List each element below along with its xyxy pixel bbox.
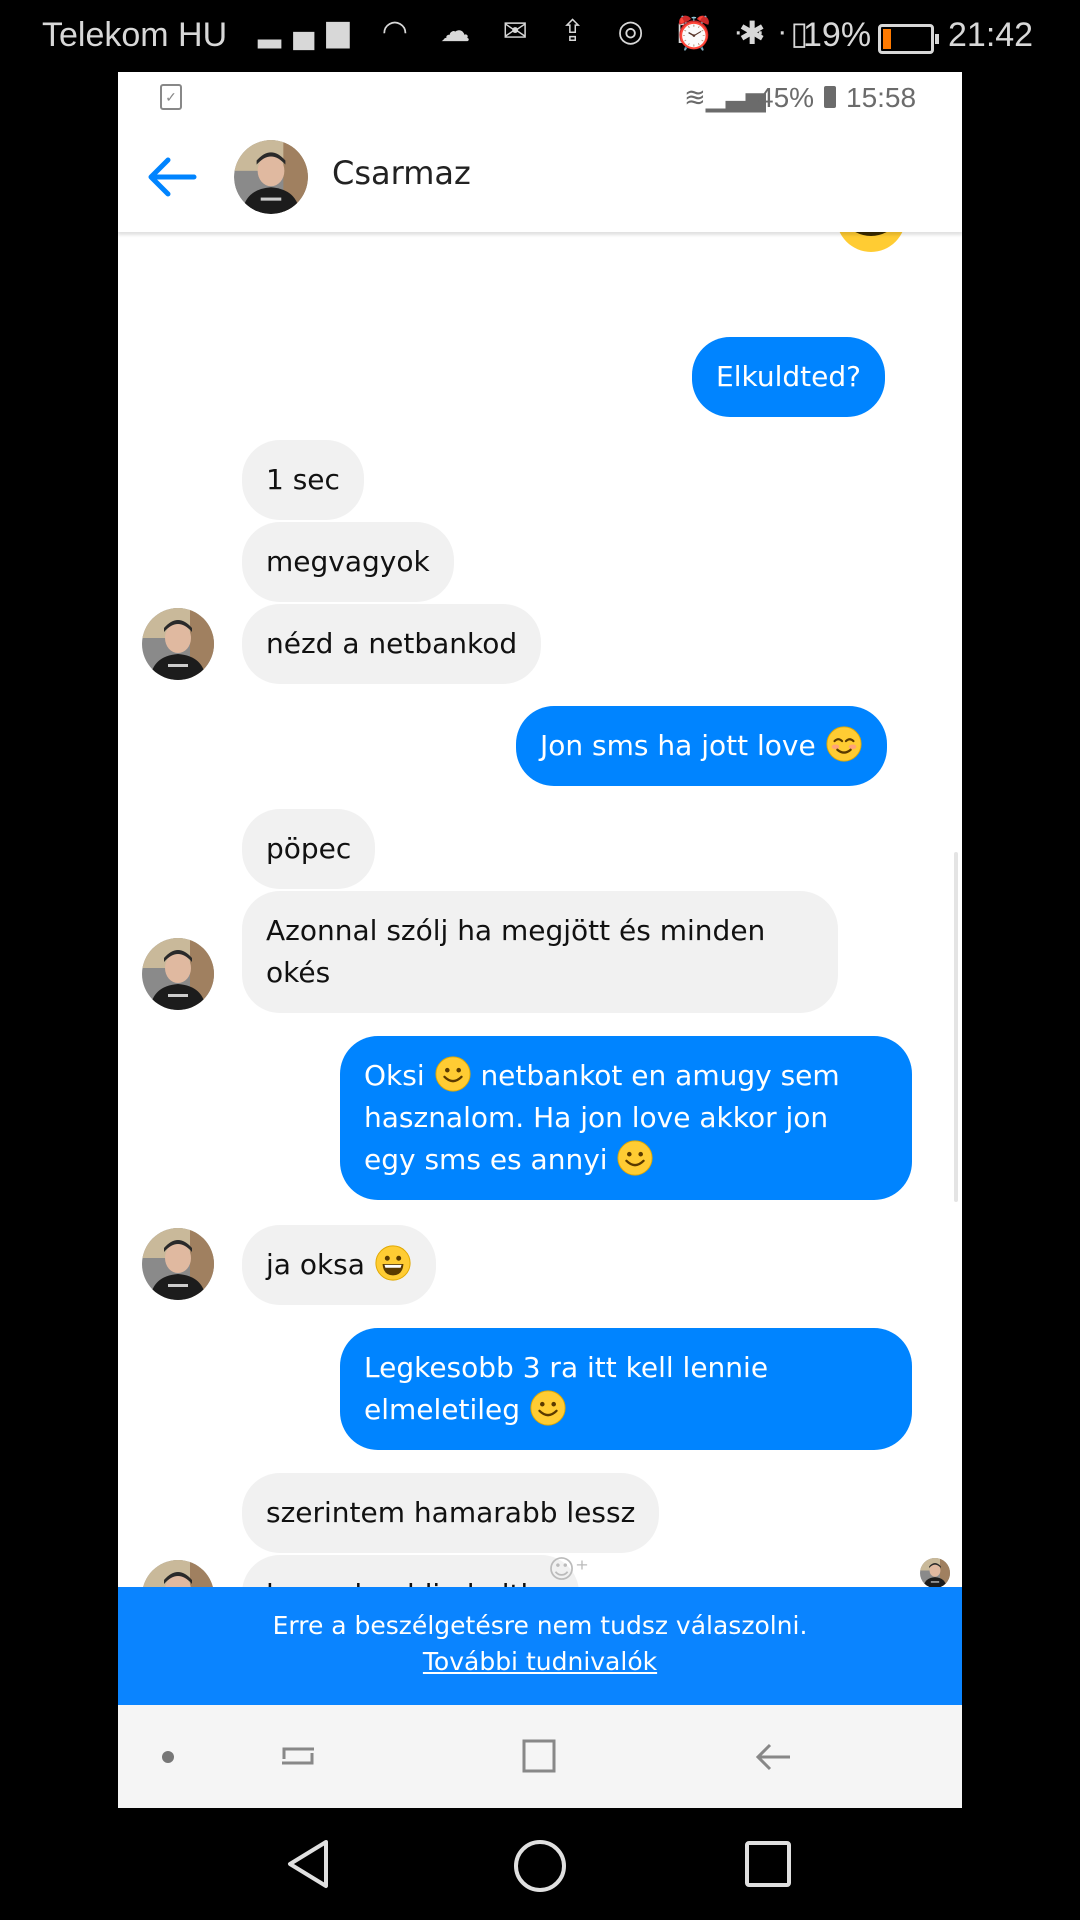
smile-emoji-icon — [529, 1389, 567, 1427]
cannot-reply-banner: Erre a beszélgetésre nem tudsz válaszoln… — [118, 1587, 962, 1705]
incoming-message[interactable]: Azonnal szólj ha megjött és minden okés — [242, 891, 838, 1013]
checklist-icon: ✓ — [160, 84, 182, 110]
outgoing-message[interactable]: Jon sms ha jott love — [516, 706, 887, 786]
sender-avatar[interactable] — [142, 1228, 214, 1300]
carrier-label: Telekom HU — [42, 16, 228, 54]
recent-apps-icon[interactable] — [278, 1739, 318, 1775]
seen-indicator-avatar — [920, 1558, 950, 1588]
phone-status-bar: Telekom HU ▂▄▆ ◠ ☁ ✉ ⇪ ◎ ◻ ··· ⏰ ✱ ▯ 19%… — [0, 0, 1080, 72]
back-nav-icon[interactable] — [754, 1739, 794, 1775]
inner-status-bar: ✓ ≋▁▃▅ 45% 15:58 — [118, 72, 962, 122]
blush-emoji-icon — [825, 725, 863, 763]
inner-battery-icon — [824, 86, 836, 108]
outgoing-message[interactable]: Legkesobb 3 ra itt kell lennie elmeletil… — [340, 1328, 912, 1450]
message-list: Elkuldted? 1 sec megvagyok nézd a netban… — [118, 232, 962, 1587]
incoming-message[interactable]: ja oksa — [242, 1225, 436, 1305]
incoming-message[interactable]: szerintem hamarabb lessz — [242, 1473, 660, 1553]
system-status-icons: ⏰ ✱ ▯ — [674, 15, 817, 51]
nav-dot-icon[interactable] — [162, 1751, 174, 1763]
sender-avatar[interactable] — [142, 608, 214, 680]
inner-navigation-bar — [118, 1705, 962, 1808]
smile-emoji-icon — [434, 1055, 472, 1093]
conversation-header: Csarmaz — [118, 122, 962, 232]
partial-emoji-icon — [839, 232, 903, 252]
overview-square-icon[interactable] — [744, 1840, 792, 1888]
phone-navigation-bar — [0, 1808, 1080, 1920]
smile-emoji-icon — [616, 1139, 654, 1177]
status-time: 21:42 — [948, 16, 1034, 54]
scrollbar[interactable] — [954, 852, 958, 1202]
incoming-message[interactable]: megvagyok — [242, 522, 454, 602]
outgoing-message[interactable]: Elkuldted? — [692, 337, 885, 417]
messenger-screenshot: ✓ ≋▁▃▅ 45% 15:58 Csarmaz Elkuldted? 1 se… — [118, 72, 962, 1808]
incoming-message[interactable]: leugrok addig boltba — [242, 1555, 580, 1587]
sender-avatar[interactable] — [142, 938, 214, 1010]
grin-emoji-icon — [374, 1244, 412, 1282]
incoming-message[interactable]: nézd a netbankod — [242, 604, 542, 684]
add-reaction-icon[interactable]: ☺⁺ — [548, 1555, 589, 1585]
inner-status-time: 15:58 — [846, 82, 917, 113]
back-triangle-icon[interactable] — [284, 1838, 330, 1890]
back-arrow-icon[interactable] — [146, 154, 198, 200]
home-circle-icon[interactable] — [512, 1838, 568, 1894]
battery-icon — [878, 24, 939, 54]
battery-percent: 19% — [803, 16, 872, 54]
incoming-message[interactable]: 1 sec — [242, 440, 364, 520]
incoming-message[interactable]: pöpec — [242, 809, 376, 889]
inner-battery-percent: 45% — [758, 82, 815, 113]
contact-avatar[interactable] — [234, 140, 308, 214]
outgoing-message[interactable]: Oksi netbankot en amugy sem hasznalom. H… — [340, 1036, 912, 1200]
wifi-signal-icon: ≋▁▃▅ — [684, 82, 766, 112]
learn-more-link[interactable]: További tudnivalók — [118, 1647, 962, 1676]
sender-avatar[interactable] — [142, 1560, 214, 1587]
cannot-reply-text: Erre a beszélgetésre nem tudsz válaszoln… — [272, 1611, 808, 1640]
contact-name[interactable]: Csarmaz — [332, 154, 471, 192]
home-square-icon[interactable] — [520, 1737, 558, 1775]
